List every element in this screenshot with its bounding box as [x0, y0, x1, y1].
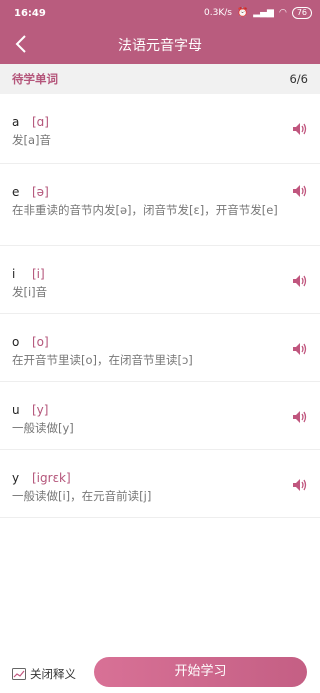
description: 在开音节里读[o]，在闭音节里读[ɔ] [12, 353, 193, 367]
speaker-icon[interactable] [292, 274, 308, 288]
vowel-letter: o [12, 335, 20, 349]
list-item: y [igrɛk] 一般读做[i]，在元音前读[j] [0, 450, 320, 518]
word-count: 6/6 [289, 72, 308, 86]
speaker-icon[interactable] [292, 342, 308, 356]
word-count-bar: 待学单词 6/6 [0, 64, 320, 94]
phonetic: [i] [32, 267, 45, 281]
phonetic: [ə] [32, 185, 49, 199]
vowel-letter: u [12, 403, 20, 417]
list-item: a [ɑ] 发[a]音 [0, 94, 320, 164]
vowel-letter: a [12, 115, 20, 129]
signal-icon: ▂▄▆ [253, 8, 274, 18]
app-header: 16:49 0.3K/s ⏰ ▂▄▆ ◠ 76 法语元音字母 [0, 0, 320, 64]
phonetic: [ɑ] [32, 115, 49, 129]
description: 发[i]音 [12, 285, 48, 299]
nav-bar: 法语元音字母 [0, 26, 320, 62]
word-list: a [ɑ] 发[a]音 e [ə] 在非重读的音节内发[ə]，闭音节发[ɛ]，开音节… [0, 94, 320, 518]
vowel-letter: i [12, 267, 16, 281]
checkbox-icon[interactable] [12, 668, 26, 680]
phonetic: [igrɛk] [32, 471, 71, 485]
close-explanation-toggle[interactable]: 关闭释义 [12, 666, 76, 682]
list-item: e [ə] 在非重读的音节内发[ə]，闭音节发[ɛ]，开音节发[e] [0, 164, 320, 246]
wifi-icon: ◠ [278, 8, 287, 18]
battery-icon: 76 [291, 7, 312, 19]
phonetic: [o] [32, 335, 49, 349]
network-speed: 0.3K/s [204, 8, 232, 18]
speaker-icon[interactable] [292, 122, 308, 136]
close-explanation-label: 关闭释义 [30, 667, 76, 681]
list-item: o [o] 在开音节里读[o]，在闭音节里读[ɔ] [0, 314, 320, 382]
description: 发[a]音 [12, 133, 52, 147]
status-icons: 0.3K/s ⏰ ▂▄▆ ◠ 76 [204, 7, 312, 19]
description: 在非重读的音节内发[ə]，闭音节发[ɛ]，开音节发[e] [12, 203, 278, 217]
status-time: 16:49 [14, 8, 46, 19]
list-item: u [y] 一般读做[y] [0, 382, 320, 450]
vowel-letter: e [12, 185, 20, 199]
speaker-icon[interactable] [292, 184, 308, 198]
start-learning-button[interactable]: 开始学习 [94, 657, 307, 687]
pending-words-label: 待学单词 [12, 72, 58, 86]
vowel-letter: y [12, 471, 20, 485]
speaker-icon[interactable] [292, 410, 308, 424]
phonetic: [y] [32, 403, 49, 417]
speaker-icon[interactable] [292, 478, 308, 492]
description: 一般读做[y] [12, 421, 74, 435]
description: 一般读做[i]，在元音前读[j] [12, 489, 152, 503]
page-title: 法语元音字母 [118, 38, 202, 54]
status-bar: 16:49 0.3K/s ⏰ ▂▄▆ ◠ 76 [0, 0, 320, 26]
alarm-icon: ⏰ [236, 8, 249, 18]
list-item: i [i] 发[i]音 [0, 246, 320, 314]
